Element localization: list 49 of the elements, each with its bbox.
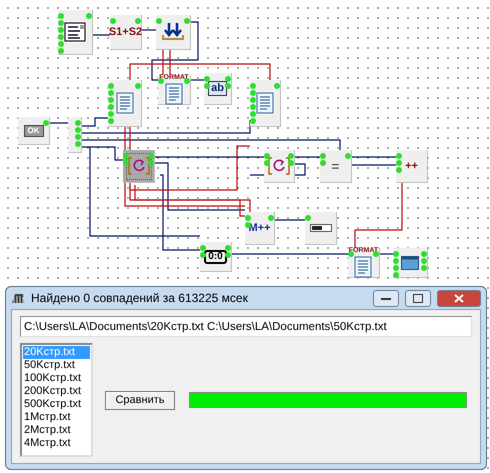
- file-list-item[interactable]: 2Mстр.txt: [23, 424, 90, 437]
- file-list-item[interactable]: 50Kстр.txt: [23, 359, 90, 372]
- compare-button[interactable]: Сравнить: [105, 390, 175, 410]
- document-icon: [164, 83, 183, 105]
- close-icon: [454, 294, 464, 302]
- file-list-item[interactable]: 500Kстр.txt: [23, 398, 90, 411]
- window-icon: [401, 256, 419, 270]
- component-block[interactable]: ab: [204, 73, 232, 105]
- component-block[interactable]: 0:0: [200, 242, 232, 272]
- connector-line: [50, 122, 68, 124]
- arrows-icon: [162, 23, 184, 41]
- document-icon: [116, 92, 134, 114]
- block-label: S1+S2: [108, 26, 142, 38]
- minimize-button[interactable]: [373, 290, 399, 306]
- block-label: ab: [208, 81, 227, 96]
- progress-icon: [310, 224, 332, 232]
- component-block[interactable]: S1+S2: [110, 15, 142, 50]
- component-block[interactable]: [393, 248, 428, 278]
- component-block[interactable]: [58, 10, 93, 55]
- connector-line: [93, 34, 110, 36]
- maximize-icon: [413, 294, 423, 302]
- component-block[interactable]: [305, 212, 337, 245]
- file-list-item[interactable]: 200Kстр.txt: [23, 385, 90, 398]
- block-label: =: [331, 159, 340, 173]
- document-icon: [354, 256, 372, 278]
- loop-icon: [268, 156, 290, 176]
- loop-icon: [128, 156, 150, 176]
- file-list-item[interactable]: 100Kстр.txt: [23, 372, 90, 385]
- connector-line: [354, 183, 403, 248]
- component-block[interactable]: [264, 150, 295, 183]
- file-list-item[interactable]: 4Mстр.txt: [23, 437, 90, 450]
- component-block[interactable]: [156, 15, 191, 50]
- file-list[interactable]: 20Kстр.txt 50Kстр.txt 100Kстр.txt 200Kстр.txt 500Kстр.txt 1Mстр.txt 2Mстр.txt 4Mстр.txt: [20, 343, 93, 457]
- block-label: ++: [405, 160, 418, 172]
- block-label: 0:0: [204, 250, 227, 264]
- connector-line: [380, 253, 393, 255]
- component-block[interactable]: ++: [396, 150, 428, 183]
- minimize-icon: [381, 295, 391, 301]
- connector-line: [275, 219, 305, 221]
- file-list-item[interactable]: 1Mстр.txt: [23, 411, 90, 424]
- block-label: OK: [24, 124, 44, 136]
- close-button[interactable]: [437, 290, 481, 306]
- window-title: Найдено 0 совпадений за 613225 мсек: [31, 291, 248, 305]
- list-icon: [64, 22, 86, 42]
- app-icon: [11, 292, 25, 304]
- document-icon: [256, 92, 274, 114]
- maximize-button[interactable]: [405, 290, 431, 306]
- path-field[interactable]: C:\Users\LA\Documents\20Kстр.txt C:\Users\LA\Documents\50Kстр.txt: [20, 316, 472, 337]
- component-block[interactable]: =: [320, 150, 352, 183]
